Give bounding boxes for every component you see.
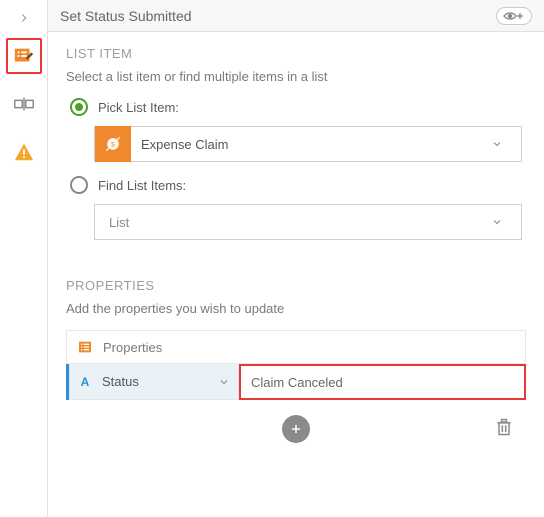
- radio-label: Find List Items:: [98, 178, 186, 193]
- plus-icon: [289, 422, 303, 436]
- property-value-input[interactable]: Claim Canceled: [239, 364, 526, 400]
- radio-pick-list-item[interactable]: Pick List Item:: [70, 98, 526, 116]
- list-icon: [77, 339, 93, 355]
- view-toggle-button[interactable]: [496, 7, 532, 25]
- dropdown-label: Expense Claim: [131, 137, 491, 152]
- delete-property-button[interactable]: [494, 416, 514, 438]
- radio-icon: [70, 98, 88, 116]
- section-subtitle-properties: Add the properties you wish to update: [66, 301, 526, 316]
- properties-header-label: Properties: [103, 340, 162, 355]
- chevron-down-icon: [491, 138, 521, 150]
- dropdown-placeholder: List: [95, 215, 491, 230]
- warning-icon: [13, 141, 35, 163]
- property-row: A Status Claim Canceled: [66, 364, 526, 400]
- find-list-items-dropdown[interactable]: List: [94, 204, 522, 240]
- property-value-text: Claim Canceled: [251, 375, 343, 390]
- text-type-icon: A: [78, 374, 94, 390]
- chevron-down-icon: [491, 216, 521, 228]
- section-title-properties: PROPERTIES: [66, 278, 526, 293]
- section-title-list-item: LIST ITEM: [66, 46, 526, 61]
- panel-header: Set Status Submitted: [48, 0, 544, 32]
- left-rail: [0, 0, 48, 517]
- trash-icon: [494, 416, 514, 438]
- property-key-label: Status: [102, 374, 139, 389]
- svg-text:A: A: [81, 375, 90, 389]
- svg-text:$: $: [111, 142, 115, 149]
- section-subtitle-list-item: Select a list item or find multiple item…: [66, 69, 526, 84]
- eye-plus-icon: [502, 10, 526, 22]
- panel-title: Set Status Submitted: [60, 8, 192, 24]
- rename-icon: [13, 93, 35, 115]
- sidebar-item-warning[interactable]: [6, 134, 42, 170]
- sidebar-item-rename[interactable]: [6, 86, 42, 122]
- expense-claim-icon: $: [95, 126, 131, 162]
- radio-icon: [70, 176, 88, 194]
- properties-header: Properties: [66, 330, 526, 364]
- add-property-button[interactable]: [282, 415, 310, 443]
- sidebar-item-list-edit[interactable]: [6, 38, 42, 74]
- property-key-dropdown[interactable]: A Status: [69, 364, 239, 400]
- collapse-panel-button[interactable]: [17, 4, 31, 32]
- pick-list-item-dropdown[interactable]: $ Expense Claim: [94, 126, 522, 162]
- chevron-down-icon: [218, 376, 230, 388]
- list-edit-icon: [13, 45, 35, 67]
- radio-label: Pick List Item:: [98, 100, 179, 115]
- radio-find-list-items[interactable]: Find List Items:: [70, 176, 526, 194]
